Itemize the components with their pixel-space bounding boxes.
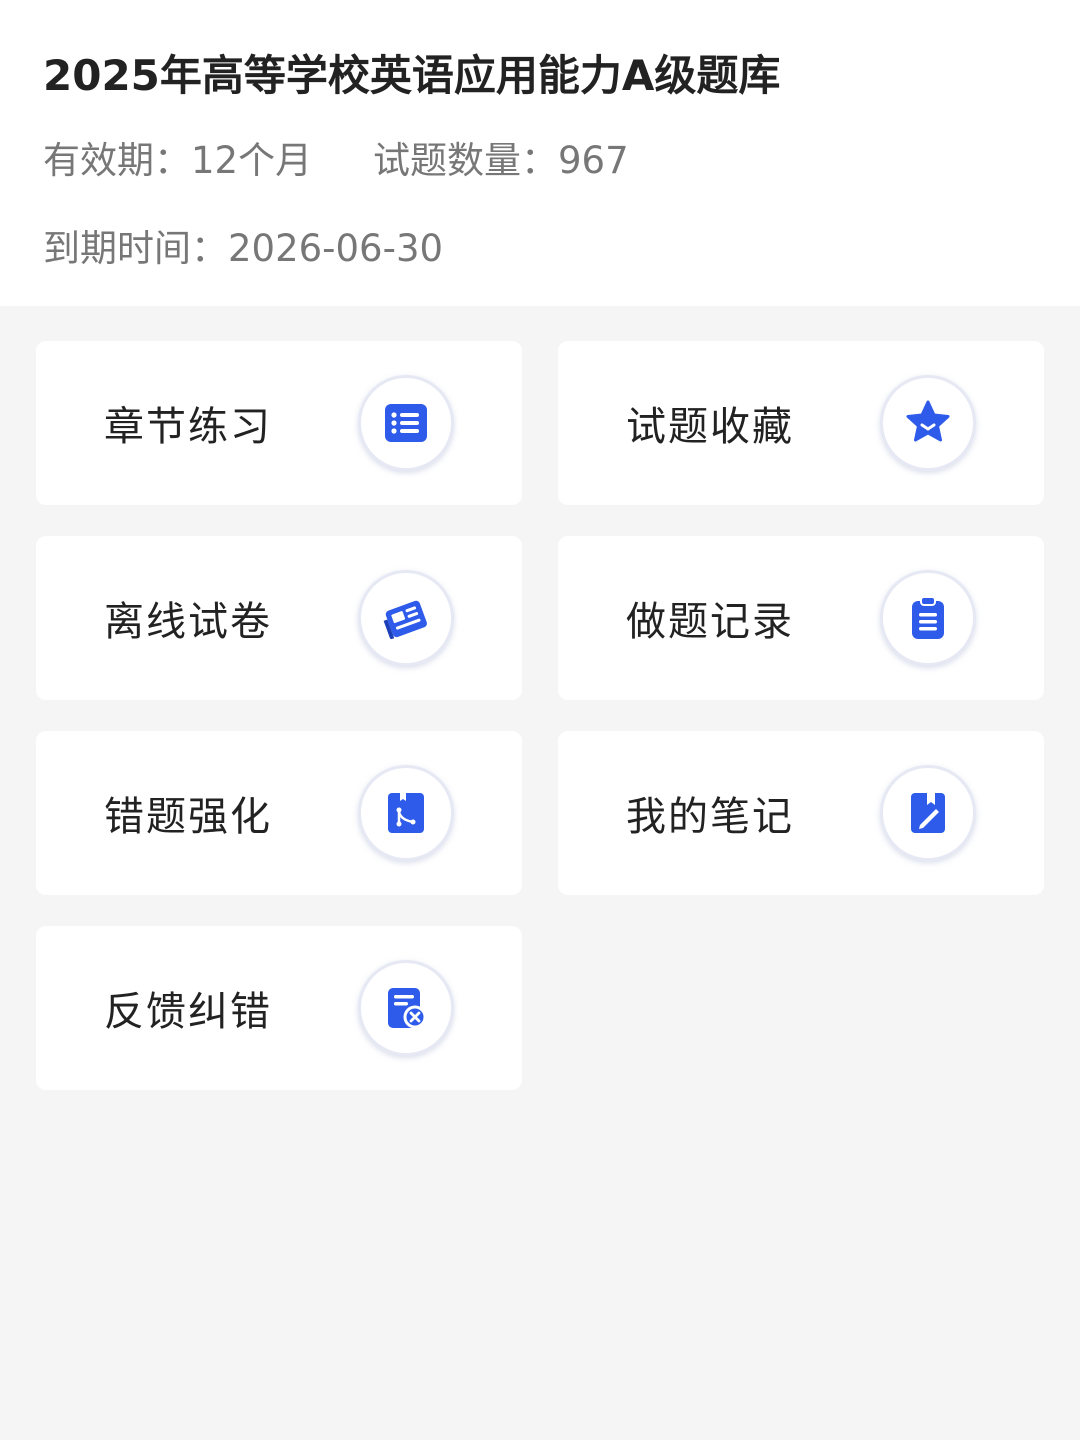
menu-item-label: 做题记录 <box>626 599 794 645</box>
menu-item-label: 错题强化 <box>104 794 272 840</box>
notebook-pen-icon <box>880 765 976 861</box>
menu-item-favorites[interactable]: 试题收藏 <box>558 341 1044 505</box>
menu-grid: 章节练习 试题收藏 离线试卷 做题记录 错题强化 我的笔记 反馈纠错 <box>0 0 1080 1440</box>
menu-item-mistake-reinforcement[interactable]: 错题强化 <box>36 731 522 895</box>
menu-item-label: 离线试卷 <box>104 599 272 645</box>
menu-item-offline-papers[interactable]: 离线试卷 <box>36 536 522 700</box>
menu-item-feedback[interactable]: 反馈纠错 <box>36 926 522 1090</box>
bookmark-tree-icon <box>358 765 454 861</box>
menu-item-label: 试题收藏 <box>626 404 794 450</box>
list-icon <box>358 375 454 471</box>
menu-item-chapter-practice[interactable]: 章节练习 <box>36 341 522 505</box>
report-error-icon <box>358 960 454 1056</box>
star-icon <box>880 375 976 471</box>
clipboard-icon <box>880 570 976 666</box>
menu-item-practice-records[interactable]: 做题记录 <box>558 536 1044 700</box>
menu-item-my-notes[interactable]: 我的笔记 <box>558 731 1044 895</box>
newspaper-icon <box>358 570 454 666</box>
menu-item-label: 我的笔记 <box>626 794 794 840</box>
menu-item-label: 章节练习 <box>104 404 272 450</box>
menu-item-label: 反馈纠错 <box>104 989 272 1035</box>
